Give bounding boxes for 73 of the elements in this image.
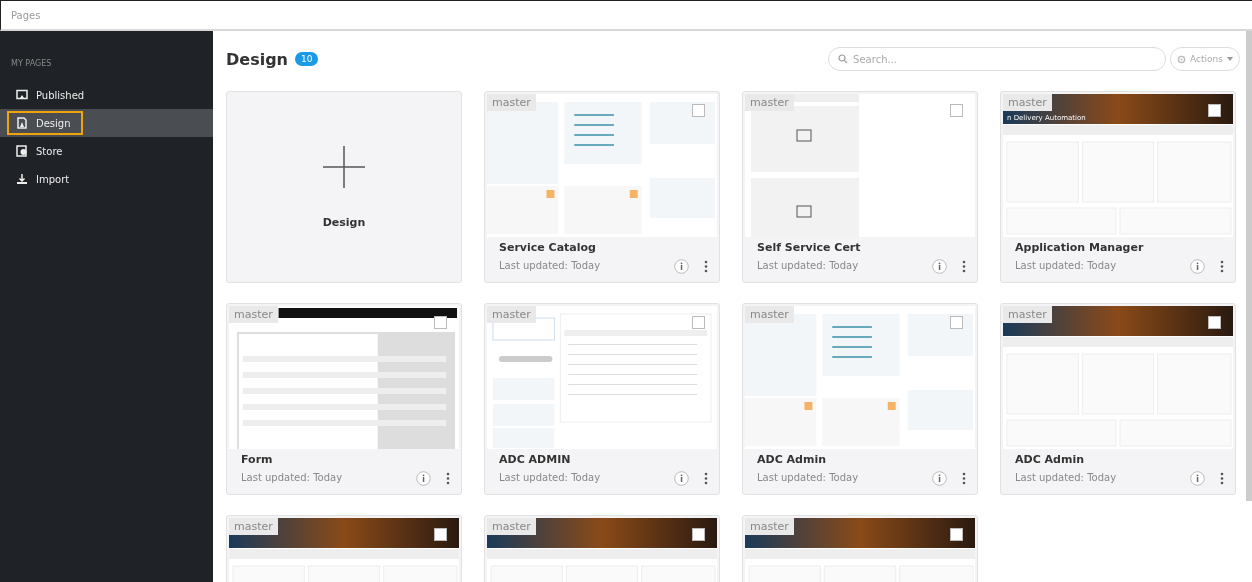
checkbox[interactable]: [692, 528, 705, 541]
more-options-icon[interactable]: [445, 471, 451, 486]
more-options-icon[interactable]: [961, 259, 967, 274]
checkbox[interactable]: [950, 528, 963, 541]
info-icon[interactable]: [674, 259, 689, 274]
master-tag: master: [745, 306, 794, 323]
card-title: Service Catalog: [499, 241, 597, 254]
pen-page-icon: [16, 117, 28, 129]
card-title: ADC Admin: [1015, 453, 1085, 466]
page-card[interactable]: master ADC Admin Last updated: Today: [1000, 303, 1236, 495]
last-updated-text: Last updated: Today: [1015, 260, 1117, 271]
master-tag: master: [1003, 94, 1052, 111]
card-title: Form: [241, 453, 274, 466]
master-tag: master: [229, 518, 278, 535]
checkbox[interactable]: [1208, 104, 1221, 117]
master-tag: master: [487, 518, 536, 535]
master-tag: master: [229, 306, 278, 323]
search-field[interactable]: Search...: [828, 47, 1167, 71]
checkbox[interactable]: [1208, 316, 1221, 329]
sidebar-item[interactable]: Design: [7, 111, 83, 135]
more-options-icon[interactable]: [961, 471, 967, 486]
checkbox[interactable]: [692, 104, 705, 117]
checkbox[interactable]: [692, 316, 705, 329]
sidebar-item[interactable]: Import: [7, 167, 82, 191]
info-icon[interactable]: [932, 259, 947, 274]
card-title: Application Manager: [1015, 241, 1145, 254]
page-card[interactable]: master Self Service Cert Last updated: Today: [742, 91, 978, 283]
store-icon: [16, 145, 28, 157]
page-title: Design: [226, 49, 288, 69]
search-icon: [838, 54, 849, 64]
card-title: Self Service Cert: [757, 241, 862, 254]
master-tag: master: [487, 306, 536, 323]
last-updated-text: Last updated: Today: [757, 260, 859, 271]
caret-icon: [1227, 57, 1233, 61]
checkbox[interactable]: [950, 104, 963, 117]
page-card[interactable]: master ADC Admin Last updated: Today: [742, 303, 978, 495]
master-tag: master: [1003, 306, 1052, 323]
gear-icon: [1177, 54, 1187, 64]
page-card[interactable]: master Service Catalog Last updated: Today: [484, 91, 720, 283]
master-tag: master: [745, 94, 794, 111]
more-options-icon[interactable]: [1219, 471, 1225, 486]
info-icon[interactable]: [1190, 471, 1205, 486]
info-icon[interactable]: [932, 471, 947, 486]
new-page-card[interactable]: Design: [226, 91, 462, 283]
card-title: ADC Admin: [757, 453, 827, 466]
last-updated-text: Last updated: Today: [1015, 472, 1117, 483]
page-card[interactable]: master Form Last updated: Today: [226, 303, 462, 495]
last-updated-text: Last updated: Today: [499, 472, 601, 483]
count-badge: 10: [295, 52, 319, 66]
checkbox[interactable]: [950, 316, 963, 329]
plus-icon: [323, 145, 365, 188]
monitor-icon: [16, 89, 28, 101]
window-title: Pages: [11, 9, 41, 21]
more-options-icon[interactable]: [1219, 259, 1225, 274]
sidebar-heading: MY PAGES: [10, 59, 52, 68]
import-icon: [16, 173, 28, 185]
info-icon[interactable]: [674, 471, 689, 486]
last-updated-text: Last updated: Today: [241, 472, 343, 483]
checkbox[interactable]: [434, 316, 447, 329]
sidebar-item[interactable]: Published: [7, 83, 97, 107]
more-options-icon[interactable]: [703, 259, 709, 274]
page-card[interactable]: master ADC ADMIN Last updated: Today: [484, 303, 720, 495]
master-tag: master: [745, 518, 794, 535]
card-title: Design: [322, 215, 366, 229]
checkbox[interactable]: [434, 528, 447, 541]
info-icon[interactable]: [1190, 259, 1205, 274]
master-tag: master: [487, 94, 536, 111]
sidebar-item[interactable]: Store: [7, 139, 75, 163]
last-updated-text: Last updated: Today: [499, 260, 601, 271]
last-updated-text: Last updated: Today: [757, 472, 859, 483]
info-icon[interactable]: [416, 471, 431, 486]
card-title: ADC ADMIN: [499, 453, 572, 466]
more-options-icon[interactable]: [703, 471, 709, 486]
